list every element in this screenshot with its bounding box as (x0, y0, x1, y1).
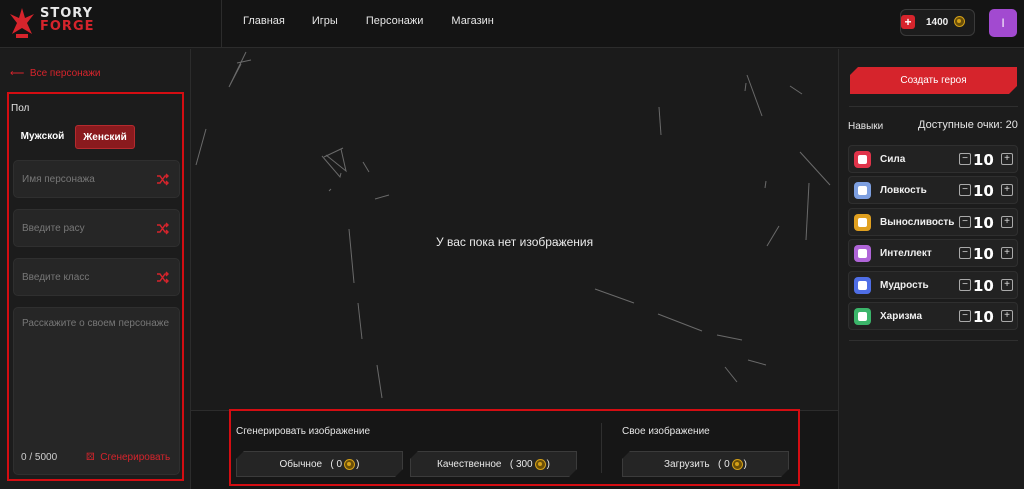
right-panel (838, 49, 1024, 489)
back-link-label: Все персонажи (29, 68, 101, 79)
nav-item-home[interactable]: Главная (243, 15, 285, 27)
decrease-button[interactable]: − (959, 184, 971, 196)
skill-row-endurance: Выносливость − 10 + (848, 208, 1018, 236)
book-icon (854, 277, 871, 294)
decorative-lines (195, 51, 831, 399)
skill-value: 10 (973, 245, 994, 263)
back-link[interactable]: ⟵ Все персонажи (10, 68, 101, 79)
logo-text: STORY FORGE (40, 7, 95, 33)
generate-quality-button[interactable]: Качественное ( 300) (410, 451, 577, 477)
avatar[interactable]: I (989, 9, 1017, 37)
skill-name: Выносливость (880, 217, 955, 228)
shuffle-icon[interactable] (156, 271, 169, 284)
increase-button[interactable]: + (1001, 247, 1013, 259)
create-hero-button[interactable]: Создать героя (850, 67, 1017, 94)
decrease-button[interactable]: − (959, 310, 971, 322)
divider (601, 423, 602, 473)
regular-label: Обычное (279, 459, 323, 470)
shuffle-icon[interactable] (156, 173, 169, 186)
decrease-button[interactable]: − (959, 153, 971, 165)
skills-label: Навыки (848, 121, 884, 132)
increase-button[interactable]: + (1001, 310, 1013, 322)
skill-value: 10 (973, 182, 994, 200)
story-textarea[interactable] (22, 318, 172, 438)
generate-story-label: Сгенерировать (100, 452, 171, 463)
decrease-button[interactable]: − (959, 247, 971, 259)
skill-name: Мудрость (880, 280, 929, 291)
feather-icon (854, 182, 871, 199)
coin-icon (732, 459, 743, 470)
decrease-button[interactable]: − (959, 279, 971, 291)
nav-item-games[interactable]: Игры (312, 15, 338, 27)
divider (849, 106, 1018, 107)
shuffle-icon[interactable] (156, 222, 169, 235)
class-input[interactable] (22, 259, 152, 295)
skill-row-agility: Ловкость − 10 + (848, 176, 1018, 204)
upload-cost: 0 (724, 459, 730, 470)
anvil-logo-icon (10, 8, 34, 38)
class-field (13, 258, 180, 296)
logo[interactable]: STORY FORGE (0, 0, 222, 48)
increase-button[interactable]: + (1001, 153, 1013, 165)
upload-label: Загрузить (663, 459, 710, 470)
gender-male-button[interactable]: Мужской (15, 125, 70, 149)
skill-value: 10 (973, 308, 994, 326)
char-counter: 0 / 5000 (21, 452, 58, 463)
skill-row-charisma: Харизма − 10 + (848, 302, 1018, 330)
fist-icon (854, 151, 871, 168)
race-input[interactable] (22, 210, 152, 246)
coin-icon (535, 459, 546, 470)
generate-image-title: Сгенерировать изображение (236, 426, 371, 437)
coin-icon (344, 459, 355, 470)
increase-button[interactable]: + (1001, 279, 1013, 291)
dice-icon: ⚄ (86, 452, 95, 463)
quality-cost: 300 (515, 459, 533, 470)
divider (849, 340, 1018, 341)
own-image-title: Свое изображение (622, 426, 710, 437)
nav-item-characters[interactable]: Персонажи (366, 15, 424, 27)
skill-name: Ловкость (880, 185, 927, 196)
generate-story-button[interactable]: ⚄ Сгенерировать (86, 452, 170, 463)
race-field (13, 209, 180, 247)
skill-row-wisdom: Мудрость − 10 + (848, 271, 1018, 299)
generate-regular-button[interactable]: Обычное ( 0) (236, 451, 403, 477)
decrease-button[interactable]: − (959, 216, 971, 228)
available-points: Доступные очки: 20 (918, 119, 1018, 131)
story-field (13, 307, 180, 475)
brain-icon (854, 245, 871, 262)
name-input[interactable] (22, 161, 152, 197)
balance-value: 1400 (926, 17, 949, 28)
add-balance-button[interactable]: + (901, 15, 915, 29)
skill-row-strength: Сила − 10 + (848, 145, 1018, 173)
gender-female-button[interactable]: Женский (75, 125, 135, 149)
skill-name: Сила (880, 154, 906, 165)
skill-value: 10 (973, 277, 994, 295)
main-nav: Главная Игры Персонажи Магазин (243, 15, 494, 27)
quality-label: Качественное (437, 459, 502, 470)
name-field (13, 160, 180, 198)
increase-button[interactable]: + (1001, 184, 1013, 196)
increase-button[interactable]: + (1001, 216, 1013, 228)
upload-image-button[interactable]: Загрузить ( 0) (622, 451, 789, 477)
logo-line2: FORGE (40, 19, 95, 34)
flame-icon (854, 214, 871, 231)
skill-value: 10 (973, 151, 994, 169)
nav-item-shop[interactable]: Магазин (451, 15, 493, 27)
skill-row-intellect: Интеллект − 10 + (848, 239, 1018, 267)
coin-icon (954, 16, 965, 27)
regular-cost: 0 (336, 459, 343, 470)
skill-name: Интеллект (880, 248, 932, 259)
arrow-left-icon: ⟵ (10, 68, 25, 79)
speech-icon (854, 308, 871, 325)
skill-value: 10 (973, 214, 994, 232)
skill-name: Харизма (880, 311, 923, 322)
gender-label: Пол (11, 103, 30, 114)
empty-image-message: У вас пока нет изображения (436, 235, 594, 249)
image-canvas: У вас пока нет изображения (191, 49, 838, 409)
